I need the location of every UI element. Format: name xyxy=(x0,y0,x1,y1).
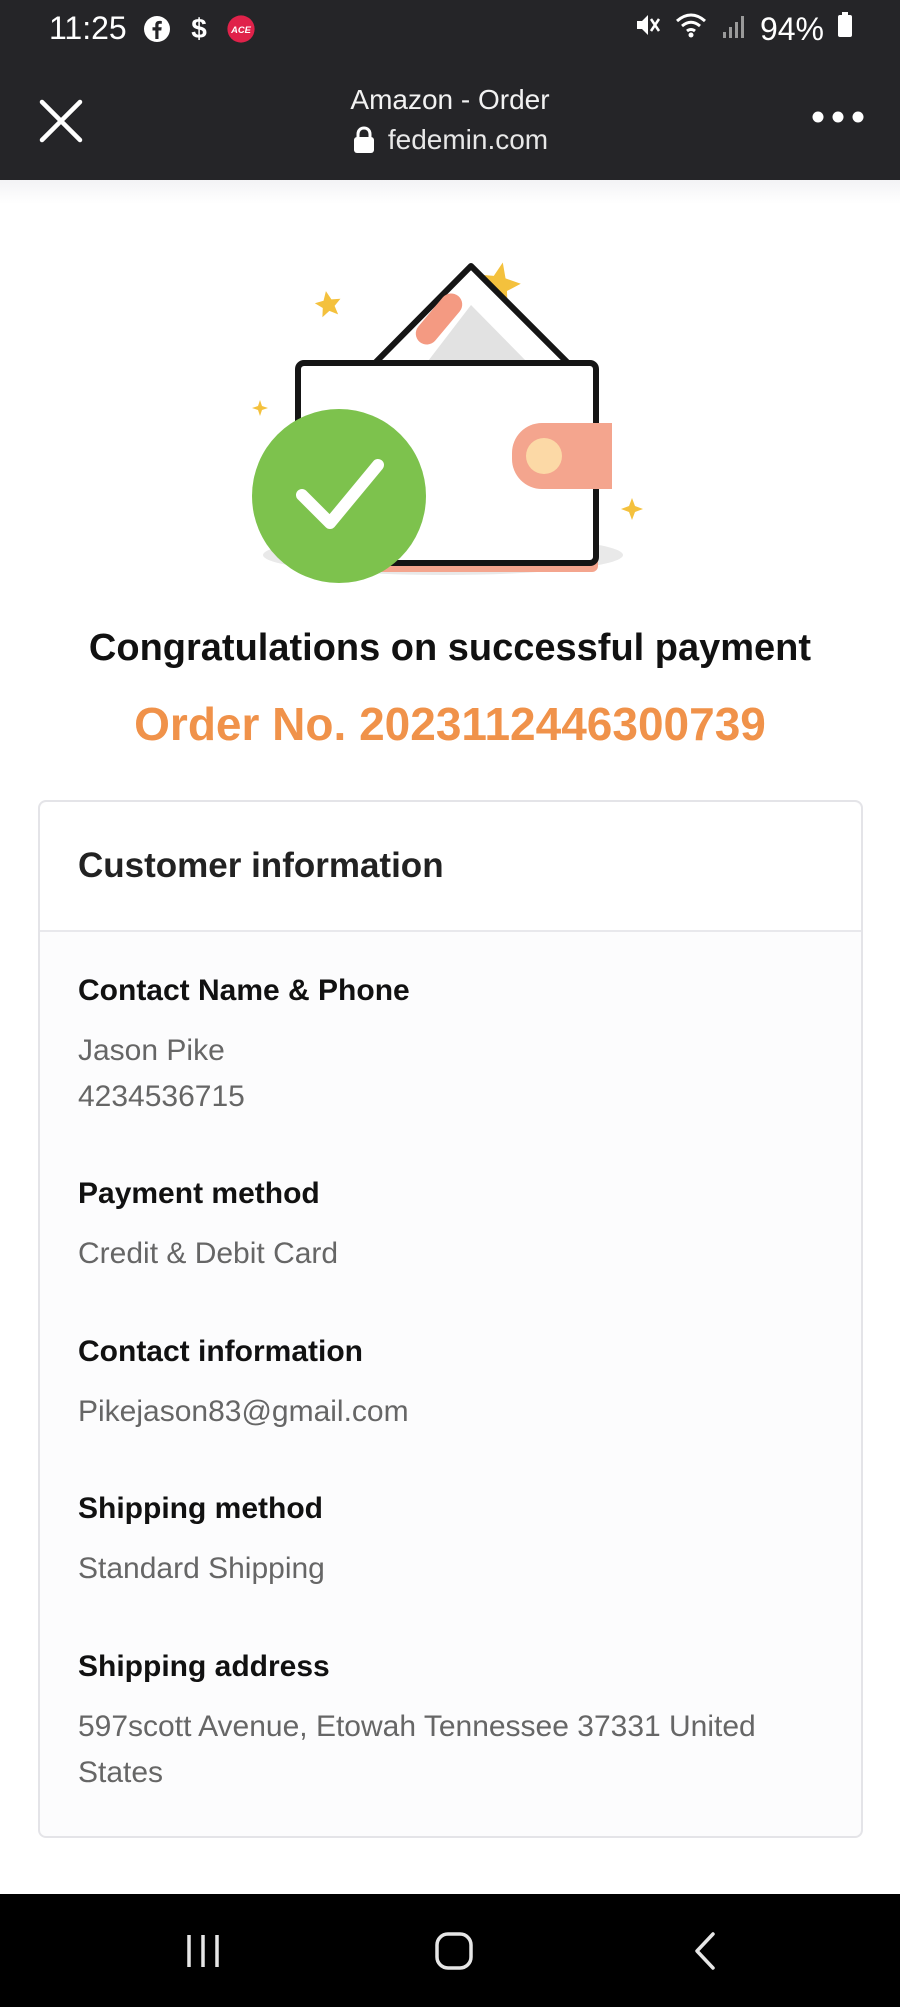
status-time: 11:25 xyxy=(49,10,127,46)
card-header: Customer information xyxy=(40,802,861,932)
contact-name-phone-value: Jason Pike 4234536715 xyxy=(78,1028,838,1120)
home-icon xyxy=(435,1932,473,1970)
signal-icon xyxy=(720,11,748,48)
contact-email-value: Pikejason83@gmail.com xyxy=(78,1395,409,1428)
battery-percent: 94% xyxy=(759,10,824,47)
payment-method-label: Payment method xyxy=(78,1177,320,1210)
customer-information-card: Customer information Contact Name & Phon… xyxy=(38,800,863,1838)
shipping-method-label: Shipping method xyxy=(78,1492,323,1525)
shipping-address-label: Shipping address xyxy=(78,1650,330,1683)
contact-name: Jason Pike xyxy=(78,1034,225,1067)
notification-icons: $ ACE xyxy=(142,14,256,44)
order-number: Order No. 2023112446300739 xyxy=(134,698,766,750)
shipping-address-value: 597scott Avenue, Etowah Tennessee 37331 … xyxy=(78,1710,756,1789)
url-text: fedemin.com xyxy=(387,124,549,155)
svg-text:$: $ xyxy=(191,14,207,44)
svg-text:ACE: ACE xyxy=(230,25,252,35)
home-button[interactable] xyxy=(424,1924,484,1978)
card-title: Customer information xyxy=(78,846,444,885)
more-dots-icon xyxy=(812,111,864,123)
contact-information-label: Contact information xyxy=(78,1335,363,1368)
more-options-button[interactable] xyxy=(810,102,866,132)
recent-apps-icon xyxy=(187,1935,219,1967)
shipping-address-section: Shipping address 597scott Avenue, Etowah… xyxy=(78,1650,838,1796)
payment-method-section: Payment method Credit & Debit Card xyxy=(78,1177,838,1277)
mute-icon xyxy=(632,10,662,48)
page-title: Amazon - Order xyxy=(350,84,550,115)
status-right: 94% xyxy=(632,10,854,48)
back-icon xyxy=(695,1932,715,1970)
battery-icon xyxy=(836,10,854,48)
success-heading: Congratulations on successful payment xyxy=(88,627,812,669)
contact-information-section: Contact information Pikejason83@gmail.co… xyxy=(78,1335,838,1435)
browser-header: Amazon - Order fedemin.com xyxy=(0,58,900,180)
recent-apps-button[interactable] xyxy=(173,1924,233,1978)
payment-method-value: Credit & Debit Card xyxy=(78,1237,339,1270)
contact-phone: 4234536715 xyxy=(78,1080,245,1113)
lock-icon xyxy=(353,126,374,153)
url-display[interactable]: fedemin.com xyxy=(0,124,900,156)
contact-name-phone-section: Contact Name & Phone Jason Pike 42345367… xyxy=(78,974,838,1120)
wifi-icon xyxy=(674,10,708,48)
status-bar: 11:25 $ ACE 94% xyxy=(0,0,900,58)
shipping-method-value: Standard Shipping xyxy=(78,1552,325,1585)
header-shadow xyxy=(0,180,900,204)
shipping-method-section: Shipping method Standard Shipping xyxy=(78,1492,838,1592)
ace-app-icon: ACE xyxy=(226,14,256,44)
system-navigation-bar xyxy=(0,1894,900,2007)
back-button[interactable] xyxy=(676,1924,736,1978)
contact-name-phone-label: Contact Name & Phone xyxy=(78,974,410,1007)
payment-success-illustration xyxy=(240,255,660,605)
facebook-icon xyxy=(142,14,172,44)
dollar-icon: $ xyxy=(184,14,214,44)
